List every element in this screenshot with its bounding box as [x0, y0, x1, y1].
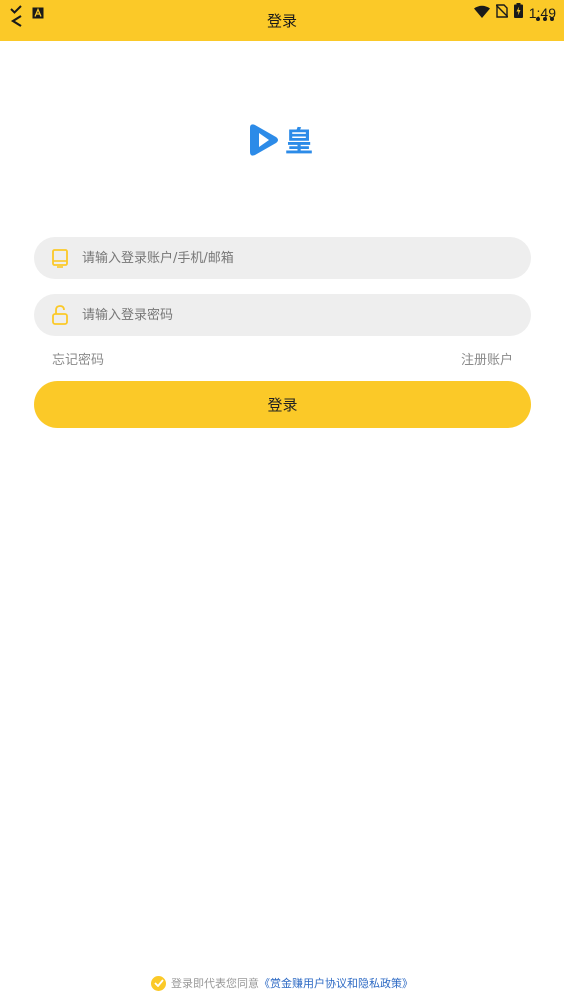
policy-link[interactable]: 《赏金赚用户协议和隐私政策》 [259, 975, 413, 991]
id-card-icon [51, 248, 69, 268]
wifi-icon [473, 3, 490, 22]
app-logo: 皇 [249, 122, 313, 162]
check-circle-icon[interactable] [151, 975, 166, 991]
agreement-row: 登录即代表您同意 《赏金赚用户协议和隐私政策》 [0, 975, 564, 991]
more-options-icon[interactable] [536, 17, 554, 21]
password-input[interactable] [80, 306, 504, 324]
battery-charging-icon [513, 3, 523, 22]
login-button[interactable]: 登录 [34, 381, 531, 428]
top-bar: 登录 1:49 [0, 0, 564, 41]
account-input[interactable] [80, 249, 504, 267]
forgot-password-link[interactable]: 忘记密码 [52, 349, 104, 368]
play-circle-icon [249, 122, 281, 162]
password-field[interactable] [34, 294, 531, 336]
no-sim-icon [495, 3, 509, 22]
logo-text: 皇 [285, 125, 314, 158]
account-field[interactable] [34, 237, 531, 279]
register-link[interactable]: 注册账户 [461, 349, 513, 368]
agreement-prefix: 登录即代表您同意 [171, 977, 259, 990]
lock-open-icon [51, 305, 69, 325]
